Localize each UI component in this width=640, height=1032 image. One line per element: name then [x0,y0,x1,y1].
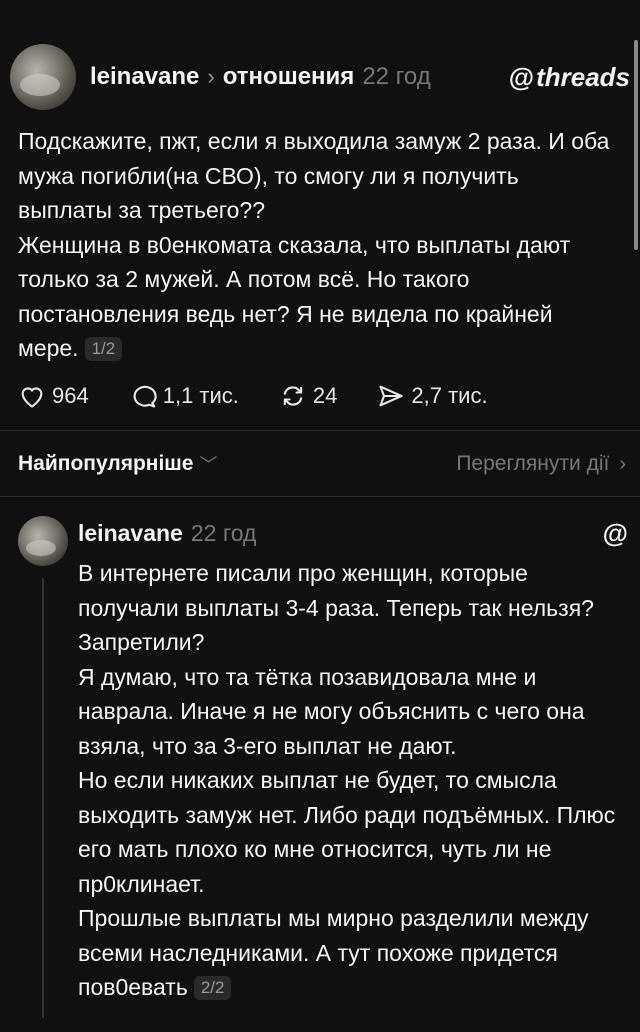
repost-button[interactable]: 24 [279,383,337,409]
threads-logo-icon: @ [602,517,628,548]
threads-logo-text: threads [536,61,630,92]
send-icon [379,385,403,407]
scrollbar[interactable] [634,40,638,250]
reply-paragraph: Прошлые выплаты мы мирно разделили между… [78,901,628,1005]
chevron-right-icon[interactable]: › [619,453,626,476]
share-button[interactable]: 2,7 тис. [377,383,488,409]
reply-text: В интернете писали про женщин, которые п… [78,556,628,1005]
repost-count: 24 [312,383,338,408]
reply-paragraph: Я думаю, что та тётка позавидовала мне и… [78,663,585,759]
post-header: leinavane › отношения 22 год @ threads [10,44,630,110]
avatar[interactable] [18,516,68,566]
username[interactable]: leinavane [90,63,199,91]
divider [0,430,640,431]
repost-icon [283,386,303,406]
heart-icon [21,387,43,408]
sort-bar: Найпопулярніше ﹀ Переглянути дії › [18,448,626,480]
sort-dropdown[interactable]: Найпопулярніше [18,452,193,476]
chevron-down-icon[interactable]: ﹀ [199,451,217,477]
share-count: 2,7 тис. [411,383,488,408]
threads-logo-icon: @ [508,61,535,92]
page-indicator: 2/2 [193,976,232,1000]
post-text: Подскажите, пжт, если я выходила замуж 2… [18,124,618,366]
reply-paragraph: В интернете писали про женщин, которые п… [78,560,594,655]
chevron-right-icon: › [207,64,215,89]
post-paragraph: Подскажите, пжт, если я выходила замуж 2… [18,128,610,223]
reply-paragraph: Но если никаких выплат не будет, то смыс… [78,767,616,897]
post-actions: 964 1,1 тис. 24 2,7 тис. [18,378,528,414]
comment-bubble-icon [133,385,157,408]
reply-paragraph-text: Прошлые выплаты мы мирно разделили между… [78,905,589,1000]
timestamp: 22 год [362,63,431,90]
reply-header: leinavane 22 год @ [78,516,628,550]
topic-tag[interactable]: отношения [223,63,355,91]
avatar[interactable] [10,44,76,110]
comment-button[interactable]: 1,1 тис. [129,383,239,409]
like-button[interactable]: 964 [18,383,89,409]
post-paragraph: Женщина в в0енкомата сказала, что выплат… [18,228,618,366]
thread-line [42,578,44,1018]
view-activity-link[interactable]: Переглянути дії [456,452,609,476]
post-meta: leinavane › отношения 22 год [90,63,431,91]
timestamp: 22 год [190,519,257,546]
page-indicator: 1/2 [84,337,123,361]
threads-logo: @ threads [509,62,630,93]
like-count: 964 [52,383,89,408]
comment-count: 1,1 тис. [162,383,239,408]
divider [0,496,640,497]
username[interactable]: leinavane [78,520,183,547]
